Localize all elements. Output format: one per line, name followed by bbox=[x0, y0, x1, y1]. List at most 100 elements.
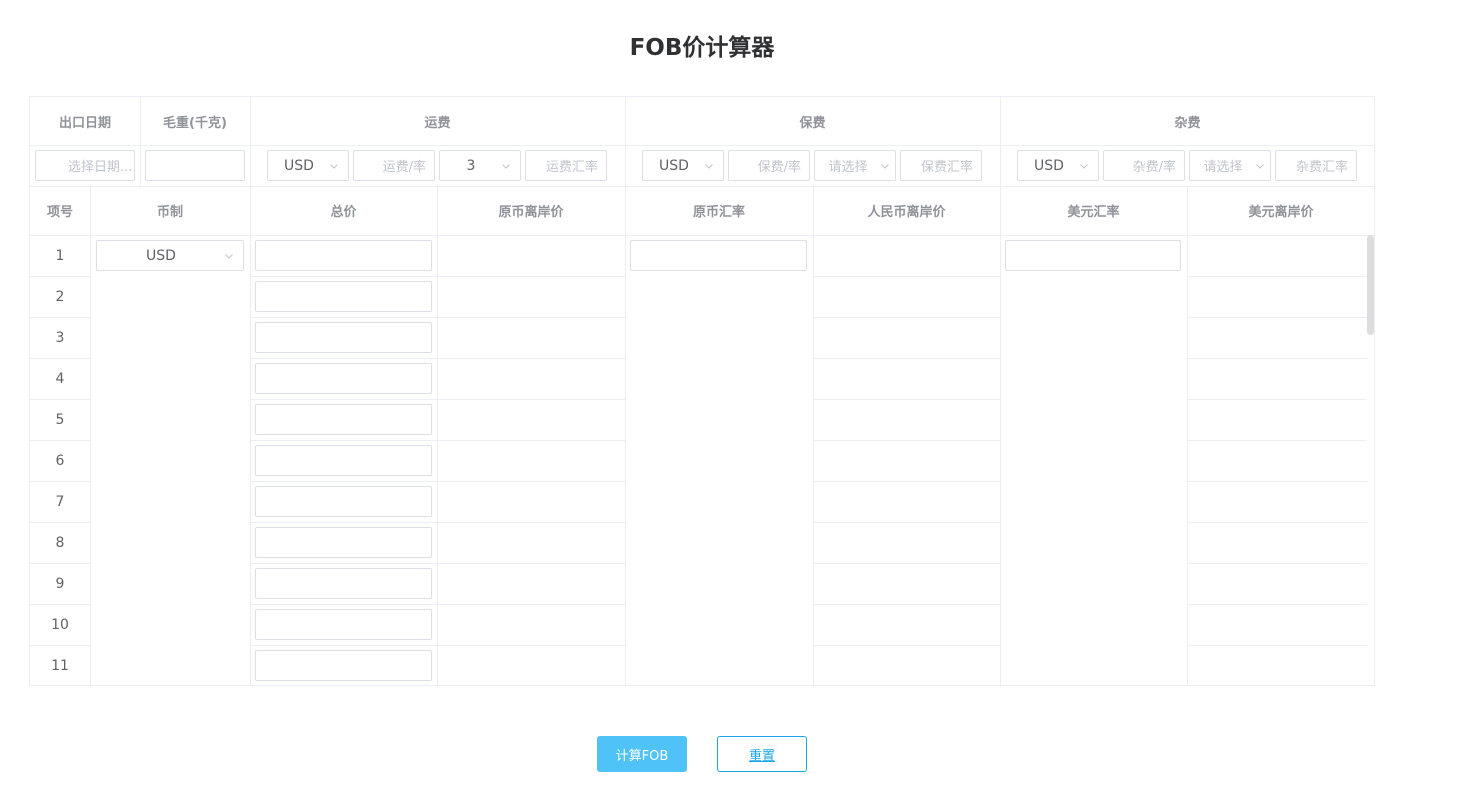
original-rate-input[interactable] bbox=[630, 240, 807, 271]
total-price-input[interactable] bbox=[255, 281, 432, 312]
total-price-input[interactable] bbox=[255, 322, 432, 353]
row-divider bbox=[813, 563, 1000, 564]
header-insurance: 保费 bbox=[799, 115, 826, 131]
fob-calculator-table: 出口日期 毛重(千克) 运费 保费 杂费 选择日期... USD 运费/率 3 … bbox=[29, 96, 1375, 686]
header-misc: 杂费 bbox=[1174, 115, 1201, 131]
row-divider bbox=[1187, 399, 1367, 400]
chevron-down-icon bbox=[1256, 162, 1264, 170]
row-number: 5 bbox=[55, 411, 65, 428]
misc-type-placeholder: 请选择 bbox=[1203, 160, 1243, 175]
row-number: 11 bbox=[51, 657, 69, 674]
total-price-input[interactable] bbox=[255, 240, 432, 271]
misc-rate-input[interactable]: 杂费/率 bbox=[1103, 150, 1185, 181]
insurance-type-placeholder: 请选择 bbox=[828, 160, 868, 175]
col-header-rmb-fob: 人民币离岸价 bbox=[867, 205, 946, 220]
calculate-fob-button[interactable]: 计算FOB bbox=[597, 736, 687, 772]
row-divider bbox=[250, 645, 625, 646]
row-divider bbox=[1187, 276, 1367, 277]
row-divider bbox=[813, 317, 1000, 318]
total-price-input[interactable] bbox=[255, 486, 432, 517]
freight-type-value: 3 bbox=[466, 157, 476, 174]
row-number: 3 bbox=[55, 329, 65, 346]
chevron-down-icon bbox=[705, 162, 713, 170]
row-divider bbox=[1187, 481, 1367, 482]
total-price-input[interactable] bbox=[255, 404, 432, 435]
header-export-date: 出口日期 bbox=[58, 115, 111, 131]
total-price-input[interactable] bbox=[255, 609, 432, 640]
row-divider bbox=[1187, 522, 1367, 523]
row-divider bbox=[250, 481, 625, 482]
total-price-input[interactable] bbox=[255, 650, 432, 681]
row-divider bbox=[813, 481, 1000, 482]
row-number: 1 bbox=[55, 247, 65, 264]
total-price-input[interactable] bbox=[255, 568, 432, 599]
col-header-currency: 币制 bbox=[156, 205, 183, 220]
col-header-total-price: 总价 bbox=[330, 205, 357, 220]
row-divider bbox=[250, 522, 625, 523]
row-divider bbox=[813, 522, 1000, 523]
insurance-currency-value: USD bbox=[659, 157, 689, 174]
gross-weight-input[interactable] bbox=[145, 150, 245, 181]
col-header-usd-fob: 美元离岸价 bbox=[1248, 205, 1314, 220]
row-number: 2 bbox=[55, 288, 65, 305]
insurance-type-select[interactable]: 请选择 bbox=[814, 150, 896, 181]
row-divider bbox=[1187, 645, 1367, 646]
total-price-input[interactable] bbox=[255, 363, 432, 394]
row-divider bbox=[250, 563, 625, 564]
row-number: 6 bbox=[55, 452, 65, 469]
total-price-input[interactable] bbox=[255, 445, 432, 476]
misc-type-select[interactable]: 请选择 bbox=[1189, 150, 1271, 181]
row-divider bbox=[813, 358, 1000, 359]
row-divider bbox=[250, 276, 625, 277]
currency-value: USD bbox=[146, 247, 176, 264]
row-divider bbox=[1187, 440, 1367, 441]
row-number: 7 bbox=[55, 493, 65, 510]
row-divider bbox=[250, 440, 625, 441]
header-freight: 运费 bbox=[424, 115, 451, 131]
chevron-down-icon bbox=[1080, 162, 1088, 170]
chevron-down-icon bbox=[881, 162, 889, 170]
freight-exchange-input[interactable]: 运费汇率 bbox=[525, 150, 607, 181]
col-header-original-fob: 原币离岸价 bbox=[498, 205, 564, 220]
row-divider bbox=[813, 645, 1000, 646]
col-header-original-rate: 原币汇率 bbox=[692, 205, 745, 220]
row-divider bbox=[1187, 563, 1367, 564]
page-title: FOB价计算器 bbox=[629, 35, 775, 61]
row-divider bbox=[250, 317, 625, 318]
insurance-rate-input[interactable]: 保费/率 bbox=[728, 150, 810, 181]
misc-exchange-input[interactable]: 杂费汇率 bbox=[1275, 150, 1357, 181]
table-scrollbar[interactable] bbox=[1367, 235, 1374, 335]
row-divider bbox=[1187, 604, 1367, 605]
row-divider bbox=[813, 440, 1000, 441]
export-date-picker[interactable]: 选择日期... bbox=[35, 150, 135, 181]
chevron-down-icon bbox=[330, 162, 338, 170]
usd-rate-input[interactable] bbox=[1005, 240, 1181, 271]
row-divider bbox=[1187, 317, 1367, 318]
chevron-down-icon bbox=[502, 162, 510, 170]
row-number: 10 bbox=[51, 616, 69, 633]
row-divider bbox=[250, 399, 625, 400]
insurance-exchange-input[interactable]: 保费汇率 bbox=[900, 150, 982, 181]
row-divider bbox=[813, 604, 1000, 605]
freight-type-select[interactable]: 3 bbox=[439, 150, 521, 181]
row-divider bbox=[1187, 358, 1367, 359]
row-divider bbox=[250, 358, 625, 359]
row-number: 9 bbox=[55, 575, 65, 592]
row-divider bbox=[250, 604, 625, 605]
row-divider bbox=[813, 276, 1000, 277]
reset-button[interactable]: 重置 bbox=[717, 736, 807, 772]
freight-rate-input[interactable]: 运费/率 bbox=[353, 150, 435, 181]
misc-currency-value: USD bbox=[1034, 157, 1064, 174]
row-divider bbox=[813, 399, 1000, 400]
total-price-input[interactable] bbox=[255, 527, 432, 558]
col-header-item-no: 项号 bbox=[46, 205, 73, 220]
row-number: 4 bbox=[55, 370, 65, 387]
col-header-usd-rate: 美元汇率 bbox=[1067, 205, 1120, 220]
misc-currency-select[interactable]: USD bbox=[1017, 150, 1099, 181]
chevron-down-icon bbox=[225, 252, 233, 260]
freight-currency-select[interactable]: USD bbox=[267, 150, 349, 181]
insurance-currency-select[interactable]: USD bbox=[642, 150, 724, 181]
header-gross-weight: 毛重(千克) bbox=[163, 115, 227, 131]
currency-select[interactable]: USD bbox=[96, 240, 244, 271]
freight-currency-value: USD bbox=[284, 157, 314, 174]
